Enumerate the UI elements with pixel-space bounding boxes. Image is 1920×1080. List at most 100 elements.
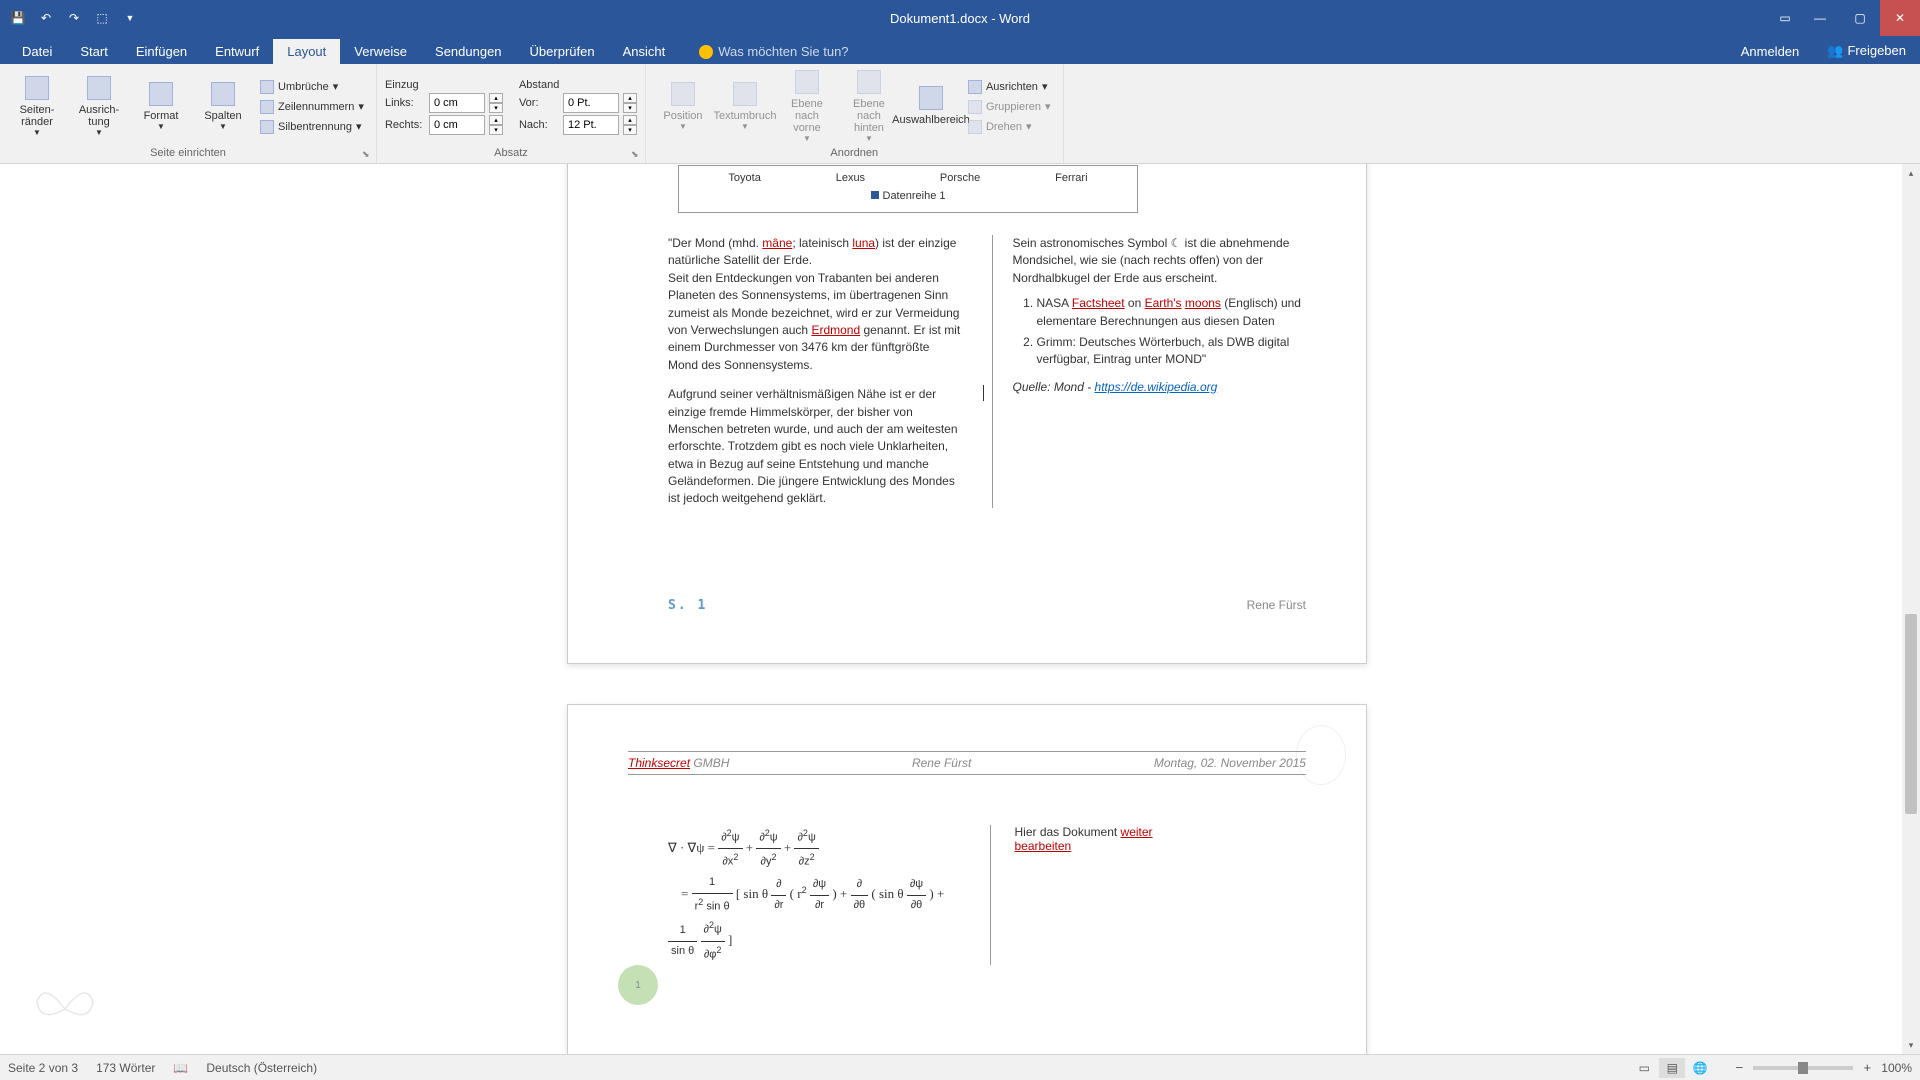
spacing-label: Abstand	[519, 79, 637, 91]
page-footer: S. 1 Rene Fürst	[668, 598, 1306, 613]
sign-in-button[interactable]: Anmelden	[1727, 39, 1814, 64]
indent-right-up[interactable]: ▴	[489, 115, 503, 125]
tab-verweise[interactable]: Verweise	[340, 39, 421, 64]
scrollbar-thumb[interactable]	[1905, 614, 1917, 814]
legend-swatch-icon	[871, 191, 879, 199]
header-date: Montag, 02. November 2015	[1154, 756, 1306, 770]
position-button[interactable]: Position▼	[654, 69, 712, 145]
page-2-header: Thinksecret GMBH Rene Fürst Montag, 02. …	[628, 751, 1306, 775]
paragraph-dialog-icon[interactable]: ⬊	[631, 149, 643, 161]
group-objects-button[interactable]: Gruppieren▾	[964, 98, 1055, 116]
spacing-before-down[interactable]: ▾	[623, 103, 637, 113]
group-page-setup: Seiten- ränder▼ Ausrich-tung▼ Format▼ Sp…	[0, 64, 377, 163]
align-icon	[968, 80, 982, 94]
tell-me[interactable]: Was möchten Sie tun?	[699, 44, 848, 64]
touch-mode-icon[interactable]: ⬚	[92, 8, 112, 28]
spacing-after-down[interactable]: ▾	[623, 125, 637, 135]
tab-entwurf[interactable]: Entwurf	[201, 39, 273, 64]
margins-button[interactable]: Seiten- ränder▼	[8, 69, 66, 145]
para-3: Aufgrund seiner verhältnismäßigen Nähe i…	[668, 386, 962, 508]
list-item: Grimm: Deutsches Wörterbuch, als DWB dig…	[1037, 334, 1307, 369]
chart-box: Toyota Lexus Porsche Ferrari Datenreihe …	[678, 165, 1138, 213]
status-proofing-icon[interactable]: 📖	[173, 1061, 188, 1075]
tab-ueberpruefen[interactable]: Überprüfen	[516, 39, 609, 64]
spacing-before-up[interactable]: ▴	[623, 93, 637, 103]
hyphenation-button[interactable]: Silbentrennung▾	[256, 118, 368, 136]
zoom-out-button[interactable]: −	[1731, 1060, 1747, 1076]
qat-customize-icon[interactable]: ▼	[120, 8, 140, 28]
status-words[interactable]: 173 Wörter	[96, 1061, 155, 1075]
document-area[interactable]: Toyota Lexus Porsche Ferrari Datenreihe …	[0, 164, 1920, 1054]
ribbon: Seiten- ränder▼ Ausrich-tung▼ Format▼ Sp…	[0, 64, 1920, 164]
vertical-scrollbar[interactable]: ▴ ▾	[1902, 164, 1920, 1054]
hint-column: Hier das Dokument weiter bearbeiten	[990, 825, 1307, 965]
scroll-down-icon[interactable]: ▾	[1902, 1036, 1920, 1054]
tab-einfuegen[interactable]: Einfügen	[122, 39, 201, 64]
tab-start[interactable]: Start	[66, 39, 121, 64]
rotate-button[interactable]: Drehen▾	[964, 118, 1055, 136]
maximize-button[interactable]: ▢	[1840, 0, 1880, 36]
text-column-left: "Der Mond (mhd. mâne; lateinisch luna) i…	[668, 235, 962, 508]
butterfly-watermark-icon	[30, 974, 100, 1044]
share-button[interactable]: 👥Freigeben	[1813, 38, 1920, 64]
orientation-icon	[87, 76, 111, 100]
ribbon-display-icon[interactable]: ▭	[1770, 0, 1800, 36]
margins-icon	[25, 76, 49, 100]
source-link[interactable]: https://de.wikipedia.org	[1095, 380, 1218, 394]
save-icon[interactable]: 💾	[8, 8, 28, 28]
zoom-slider-thumb[interactable]	[1798, 1062, 1808, 1074]
tab-sendungen[interactable]: Sendungen	[421, 39, 516, 64]
orientation-button[interactable]: Ausrich-tung▼	[70, 69, 128, 145]
text-columns: "Der Mond (mhd. mâne; lateinisch luna) i…	[668, 235, 1306, 508]
indent-label: Einzug	[385, 79, 503, 91]
status-language[interactable]: Deutsch (Österreich)	[206, 1061, 317, 1075]
tell-me-label: Was möchten Sie tun?	[718, 44, 848, 59]
zoom-level[interactable]: 100%	[1881, 1061, 1912, 1075]
group-label-arrange: Anordnen	[654, 145, 1055, 159]
columns-button[interactable]: Spalten▼	[194, 69, 252, 145]
redo-icon[interactable]: ↷	[64, 8, 84, 28]
indent-left-down[interactable]: ▾	[489, 103, 503, 113]
print-layout-button[interactable]: ▤	[1659, 1058, 1685, 1078]
page-setup-dialog-icon[interactable]: ⬊	[362, 149, 374, 161]
spacing-after-input[interactable]	[563, 115, 619, 135]
tab-layout[interactable]: Layout	[273, 39, 340, 64]
tab-datei[interactable]: Datei	[8, 39, 66, 64]
indent-right-down[interactable]: ▾	[489, 125, 503, 135]
selection-pane-button[interactable]: Auswahlbereich	[902, 69, 960, 145]
group-paragraph: Einzug Links:▴▾ Rechts:▴▾ Abstand Vor:▴▾…	[377, 64, 646, 163]
bulb-icon	[699, 45, 713, 59]
indent-left-up[interactable]: ▴	[489, 93, 503, 103]
close-button[interactable]: ✕	[1880, 0, 1920, 36]
align-button[interactable]: Ausrichten▾	[964, 78, 1055, 96]
undo-icon[interactable]: ↶	[36, 8, 56, 28]
selection-pane-icon	[919, 86, 943, 110]
status-bar: Seite 2 von 3 173 Wörter 📖 Deutsch (Öste…	[0, 1054, 1920, 1080]
page-2: Thinksecret GMBH Rene Fürst Montag, 02. …	[567, 704, 1367, 1054]
text-cursor	[983, 385, 984, 401]
minimize-button[interactable]: —	[1800, 0, 1840, 36]
tab-ansicht[interactable]: Ansicht	[609, 39, 680, 64]
line-numbers-button[interactable]: Zeilennummern▾	[256, 98, 368, 116]
indent--rechts-input[interactable]	[429, 115, 485, 135]
header-author: Rene Fürst	[912, 756, 971, 770]
send-backward-button[interactable]: Ebene nach hinten▼	[840, 69, 898, 145]
spacing-before-input[interactable]	[563, 93, 619, 113]
breaks-button[interactable]: Umbrüche▾	[256, 78, 368, 96]
spacing-after-up[interactable]: ▴	[623, 115, 637, 125]
zoom-in-button[interactable]: +	[1859, 1060, 1875, 1076]
indent-left-input[interactable]	[429, 93, 485, 113]
zoom-slider[interactable]	[1753, 1066, 1853, 1070]
spellcheck-underline: luna	[852, 236, 875, 250]
share-label: Freigeben	[1847, 43, 1906, 58]
scroll-up-icon[interactable]: ▴	[1902, 164, 1920, 182]
chart-cat-1: Lexus	[836, 172, 865, 184]
columns-icon	[211, 82, 235, 106]
wrap-text-button[interactable]: Textumbruch▼	[716, 69, 774, 145]
bring-forward-button[interactable]: Ebene nach vorne▼	[778, 69, 836, 145]
group-arrange: Position▼ Textumbruch▼ Ebene nach vorne▼…	[646, 64, 1064, 163]
read-mode-button[interactable]: ▭	[1631, 1058, 1657, 1078]
status-page[interactable]: Seite 2 von 3	[8, 1061, 78, 1075]
web-layout-button[interactable]: 🌐	[1687, 1058, 1713, 1078]
size-button[interactable]: Format▼	[132, 69, 190, 145]
